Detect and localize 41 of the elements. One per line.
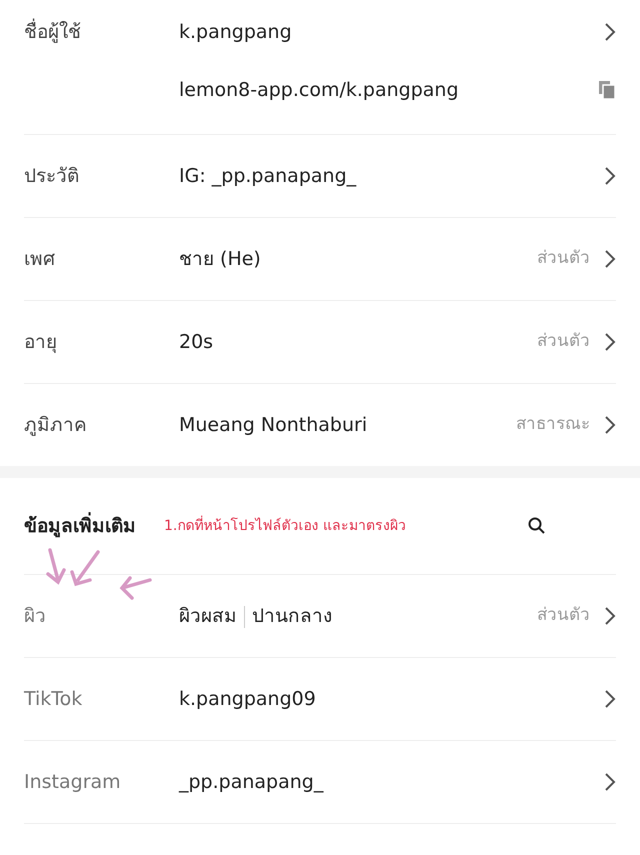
chevron-icon [604,22,616,42]
field-value: 20s [179,330,214,355]
field-value: IG: _pp.panapang_ [179,164,358,189]
chevron-icon [604,606,616,626]
privacy-label: ส่วนตัว [537,330,590,354]
field-value: k.pangpang [179,20,293,45]
privacy-label: ส่วนตัว [537,247,590,270]
chevron-icon [604,415,616,435]
field-label: TikTok [24,686,84,712]
privacy-label: ส่วนตัว [537,604,590,628]
field-label: ชื่อผู้ใช้ [24,18,82,45]
field-label: ประวัติ [24,164,80,189]
chevron-icon [604,249,616,269]
field-label: ภูมิภาค [24,412,88,438]
search-icon[interactable] [528,517,546,535]
chevron-icon [604,332,616,352]
field-value: Mueang Nonthaburi [179,412,368,438]
field-value: ชาย (He) [179,246,262,272]
profile-link[interactable]: lemon8-app.com/k.pangpang [179,76,598,104]
privacy-label: สาธารณะ [516,413,590,436]
profile-row[interactable]: ประวัติ IG: _pp.panapang_ [24,135,616,218]
field-label: ผิว [24,604,47,629]
profile-row[interactable]: TikTok k.pangpang09 [24,658,616,741]
field-label: Instagram [24,770,122,795]
field-value: ปานกลาง [252,604,332,627]
chevron-icon [604,689,616,709]
annotation-text: 1.กดที่หน้าโปรไฟล์ตัวเอง และมาตรงผิว [164,516,407,536]
chevron-icon [604,772,616,792]
field-label: เพศ [24,246,56,272]
copy-icon[interactable] [598,80,616,100]
field-value: k.pangpang09 [179,688,316,710]
chevron-icon [604,166,616,186]
profile-row[interactable]: เพศ ชาย (He) ส่วนตัว [24,218,616,301]
profile-row[interactable]: Instagram _pp.panapang_ [24,741,616,824]
section-title: ข้อมูลเพิ่มเติม [24,512,136,540]
field-value: ผิวผสม [179,604,237,627]
field-value: _pp.panapang_ [179,770,324,793]
field-label: อายุ [24,330,58,355]
profile-row[interactable]: อายุ 20s ส่วนตัว [24,301,616,384]
profile-row[interactable]: ชื่อผู้ใช้ k.pangpang lemon8-app.com/k.pangpang [24,0,616,135]
profile-row[interactable]: ผิว ผิวผสม ปานกลาง ส่วนตัว [24,575,616,658]
